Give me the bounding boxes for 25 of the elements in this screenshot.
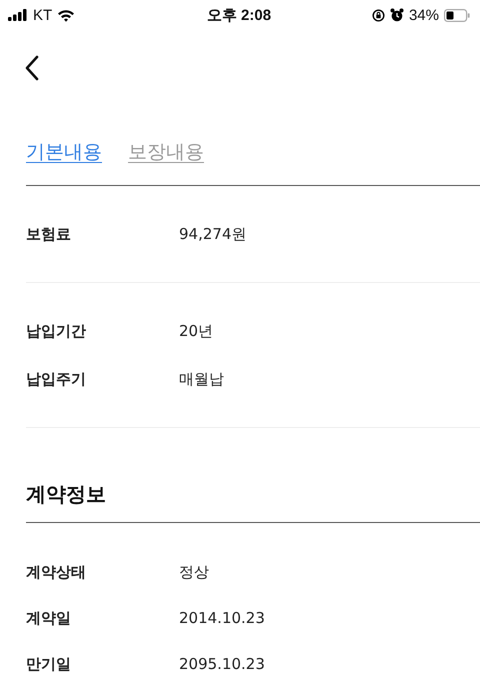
field-label: 보험료 [26,224,72,244]
field-value: 정상 [179,562,209,582]
section-title: 계약정보 [26,481,107,508]
field-value: 2014.10.23 [179,609,265,627]
signal-icon [8,9,28,21]
field-label: 계약일 [26,608,72,628]
alarm-clock-icon [390,8,404,22]
field-label: 납입기간 [26,322,87,340]
field-label: 납입주기 [26,370,87,388]
field-label: 계약상태 [26,562,87,582]
battery-icon [444,8,470,22]
field-value: 2095.10.23 [179,655,265,673]
field-value: 매월납 [179,370,224,388]
carrier-name: KT [33,6,52,24]
clock-time: 오후 2:08 [206,6,272,24]
field-value: 94,274원 [179,224,246,244]
tab[interactable]: 보장내용 [128,137,204,167]
field-label: 만기일 [26,654,72,674]
tab[interactable]: 기본내용 [26,137,102,167]
back-button[interactable] [24,54,40,80]
chevron-left-icon [24,54,40,80]
battery-percent: 34% [408,6,439,24]
field-value: 20년 [179,322,214,340]
rotation-lock-icon [372,8,385,22]
wifi-icon [57,8,76,22]
